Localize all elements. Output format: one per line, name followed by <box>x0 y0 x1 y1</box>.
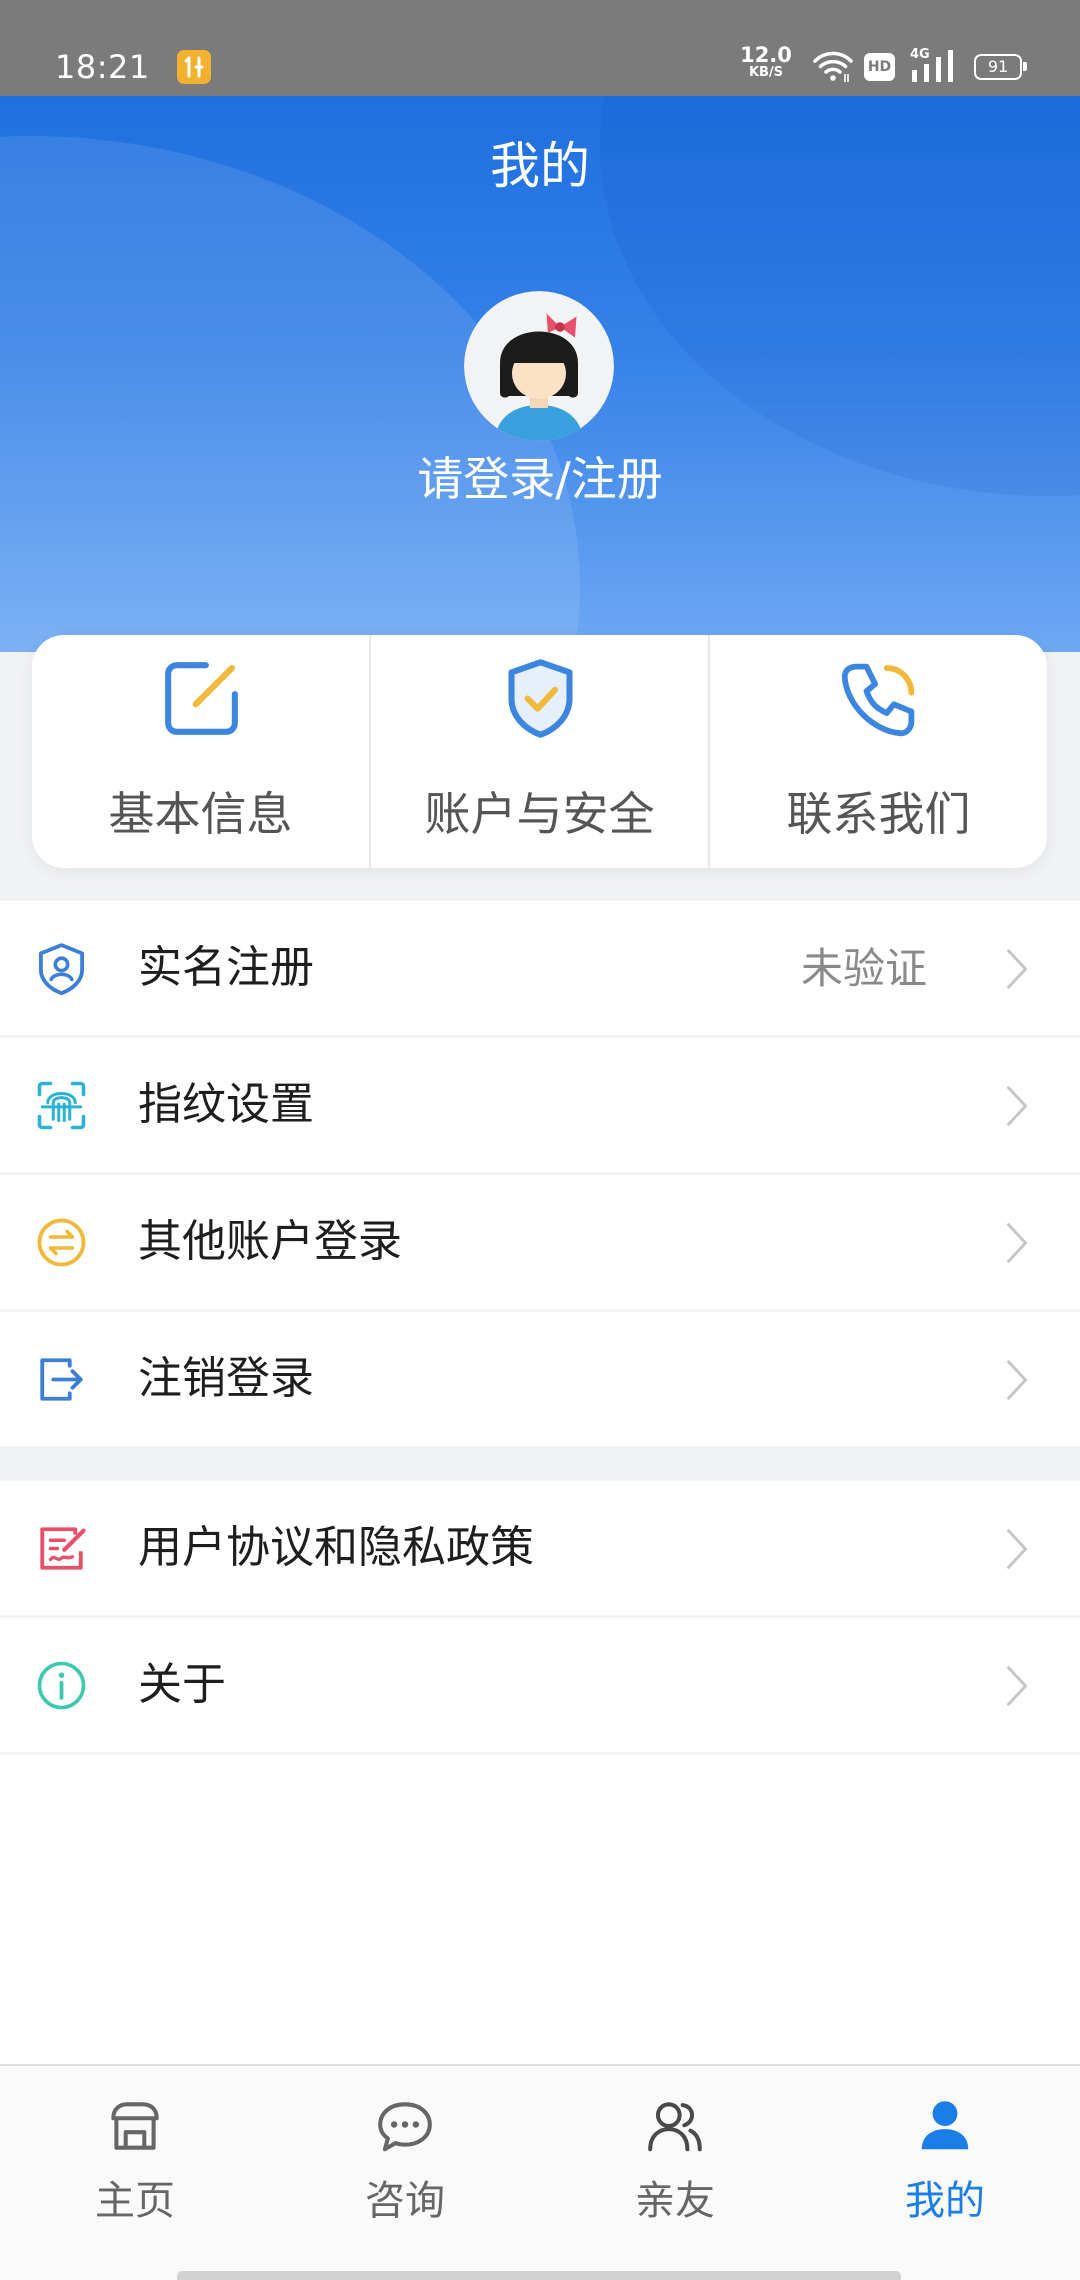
menu-group-about: 用户协议和隐私政策 关于 <box>0 1481 1080 1755</box>
agreement-icon <box>34 1521 89 1576</box>
battery-indicator: 91 <box>974 54 1027 80</box>
fingerprint-icon <box>34 1078 89 1133</box>
tab-friends[interactable]: 亲友 <box>540 2066 810 2280</box>
chevron-right-icon <box>1004 1664 1030 1708</box>
chevron-right-icon <box>1004 1221 1030 1265</box>
logout-icon <box>34 1352 89 1407</box>
info-icon <box>34 1658 89 1713</box>
tab-mine[interactable]: 我的 <box>810 2066 1080 2280</box>
edit-icon <box>158 655 245 742</box>
quick-actions-card: 基本信息 账户与安全 联系我们 <box>32 635 1047 868</box>
network-speed-unit: KB/S <box>748 65 784 80</box>
chevron-right-icon <box>1004 1084 1030 1128</box>
hd-badge: HD <box>864 53 895 81</box>
tab-label: 我的 <box>905 2178 985 2224</box>
network-speed-value: 12.0 <box>740 43 792 67</box>
login-register-link[interactable]: 请登录/注册 <box>0 452 1080 506</box>
page-title: 我的 <box>490 137 590 195</box>
status-bar: 18:21 12.0 KB/S HD 4G 91 <box>0 0 1080 96</box>
gesture-bar[interactable] <box>177 2271 901 2280</box>
quick-action-account-security[interactable]: 账户与安全 <box>369 635 708 868</box>
wifi-icon <box>812 50 854 84</box>
quick-action-label: 联系我们 <box>786 787 971 841</box>
bottom-tab-bar: 主页 咨询 亲友 我的 <box>0 2064 1080 2280</box>
avatar[interactable] <box>464 291 614 441</box>
id-shield-icon <box>34 941 89 996</box>
menu-item-logout[interactable]: 注销登录 <box>0 1312 1080 1449</box>
menu-item-about[interactable]: 关于 <box>0 1618 1080 1755</box>
phone-icon <box>836 655 923 742</box>
tab-label: 主页 <box>95 2178 175 2224</box>
chevron-right-icon <box>1004 947 1030 991</box>
tab-consult[interactable]: 咨询 <box>270 2066 540 2280</box>
network-speed: 12.0 KB/S <box>738 45 794 80</box>
verification-status: 未验证 <box>800 944 927 993</box>
chat-icon <box>374 2095 436 2157</box>
tab-label: 亲友 <box>635 2178 715 2224</box>
section-divider <box>0 1449 1080 1481</box>
menu-group-account: 实名注册 未验证 指纹设置 其他账户登录 注销登录 <box>0 901 1080 1449</box>
quick-action-label: 账户与安全 <box>424 787 655 841</box>
quick-action-label: 基本信息 <box>108 787 293 841</box>
menu-item-other-account-login[interactable]: 其他账户登录 <box>0 1175 1080 1312</box>
chevron-right-icon <box>1004 1358 1030 1402</box>
switch-account-icon <box>34 1215 89 1270</box>
menu-item-user-agreement[interactable]: 用户协议和隐私政策 <box>0 1481 1080 1618</box>
menu-item-label: 实名注册 <box>138 942 314 993</box>
status-time: 18:21 <box>55 48 150 86</box>
home-icon <box>104 2095 166 2157</box>
chevron-right-icon <box>1004 1527 1030 1571</box>
menu-item-label: 指纹设置 <box>138 1079 314 1130</box>
menu-item-fingerprint[interactable]: 指纹设置 <box>0 1038 1080 1175</box>
quick-action-basic-info[interactable]: 基本信息 <box>32 635 369 868</box>
menu-item-real-name[interactable]: 实名注册 未验证 <box>0 901 1080 1038</box>
notification-app-icon <box>177 50 211 84</box>
screen: 18:21 12.0 KB/S HD 4G 91 我的 请登录/注册 基本信息 … <box>0 0 1080 2280</box>
tab-label: 咨询 <box>365 2178 445 2224</box>
menu-item-label: 用户协议和隐私政策 <box>138 1522 534 1573</box>
menu-item-label: 关于 <box>138 1659 226 1710</box>
shield-check-icon <box>497 655 584 742</box>
quick-action-contact-us[interactable]: 联系我们 <box>708 635 1047 868</box>
tab-home[interactable]: 主页 <box>0 2066 270 2280</box>
cellular-signal-icon: 4G <box>910 48 964 84</box>
menu-item-label: 其他账户登录 <box>138 1216 402 1267</box>
menu-item-label: 注销登录 <box>138 1353 314 1404</box>
profile-icon <box>914 2095 976 2157</box>
friends-icon <box>644 2095 706 2157</box>
